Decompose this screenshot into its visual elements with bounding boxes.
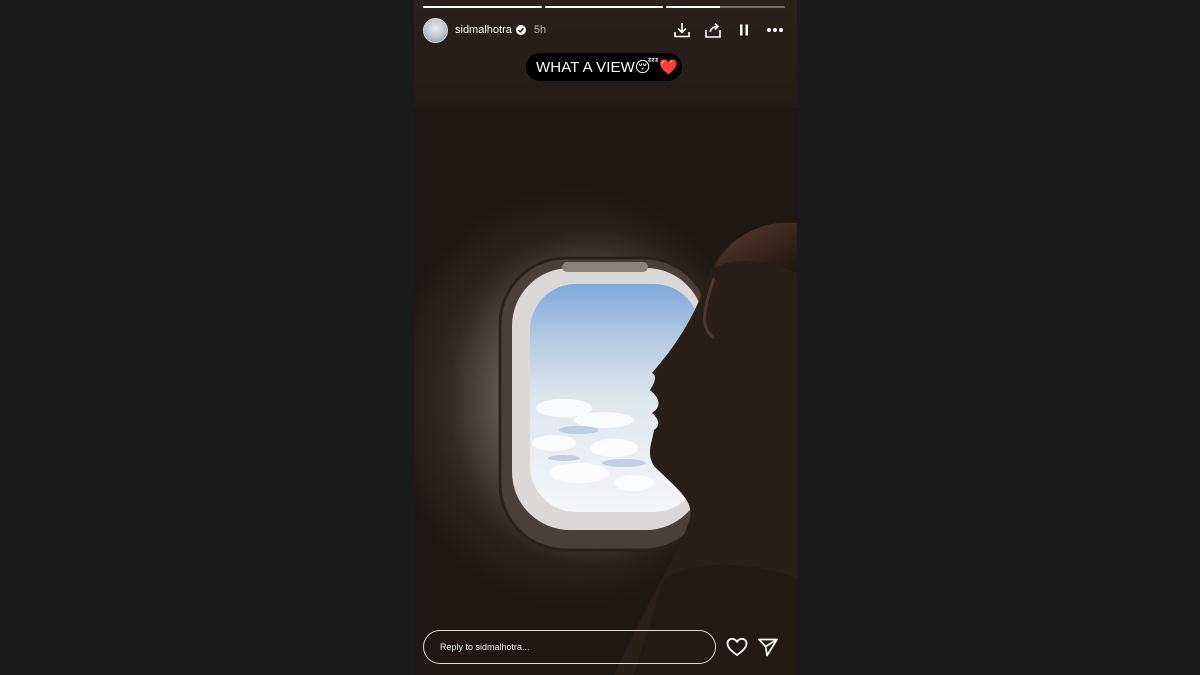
story-viewer[interactable]: sidmalhotra 5h WHAT A VIEW😴❤️ Reply to s… bbox=[414, 0, 797, 675]
send-icon[interactable] bbox=[757, 637, 779, 657]
avatar[interactable] bbox=[423, 17, 448, 43]
caption-text: WHAT A VIEW😴❤️ bbox=[536, 59, 678, 76]
progress-segment bbox=[544, 6, 664, 8]
caption-sticker: WHAT A VIEW😴❤️ bbox=[526, 53, 682, 81]
progress-segment bbox=[423, 6, 542, 8]
more-icon[interactable] bbox=[765, 20, 785, 40]
reply-placeholder: Reply to sidmalhotra... bbox=[440, 642, 530, 652]
heart-icon[interactable] bbox=[726, 637, 748, 657]
share-icon[interactable] bbox=[703, 20, 723, 40]
verified-badge-icon bbox=[515, 25, 526, 35]
story-photo bbox=[414, 108, 797, 675]
story-progress bbox=[423, 6, 786, 8]
post-time: 5h bbox=[533, 24, 547, 36]
username[interactable]: sidmalhotra bbox=[455, 24, 512, 36]
reply-input[interactable]: Reply to sidmalhotra... bbox=[423, 630, 716, 664]
story-header: sidmalhotra 5h bbox=[423, 17, 785, 43]
story-actions bbox=[672, 20, 785, 40]
pause-icon[interactable] bbox=[734, 20, 754, 40]
download-icon[interactable] bbox=[672, 20, 692, 40]
progress-segment bbox=[666, 6, 786, 8]
